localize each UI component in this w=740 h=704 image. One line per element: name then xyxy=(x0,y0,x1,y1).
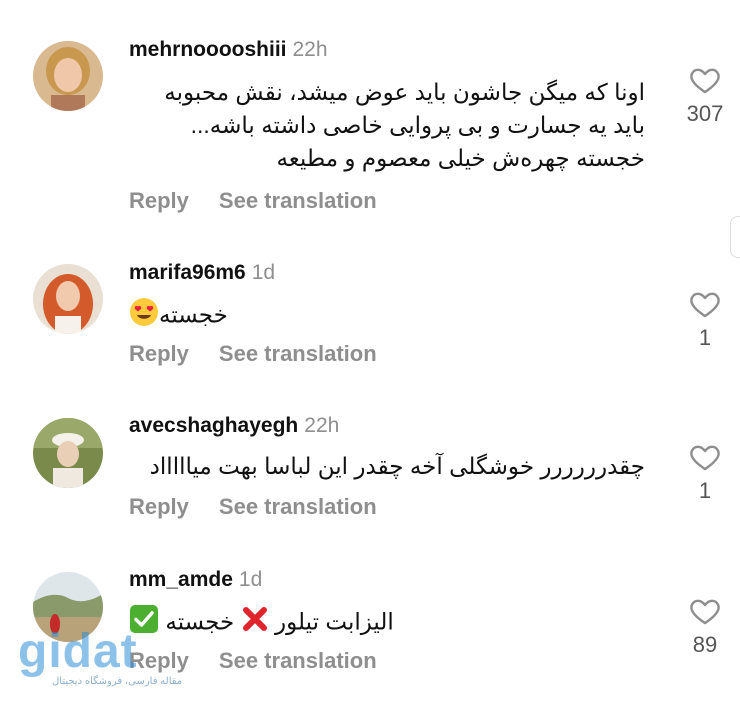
like-count: 1 xyxy=(698,478,712,503)
like-count: 89 xyxy=(692,632,718,657)
heart-icon[interactable] xyxy=(688,440,722,474)
timestamp: 1d xyxy=(251,261,276,284)
username[interactable]: avecshaghayegh xyxy=(129,414,298,437)
watermark-logo: gidat xyxy=(18,625,138,678)
username[interactable]: mm_amde xyxy=(129,568,233,591)
comment-text: اونا که میگن جاشون باید عوض میشد، نقش مح… xyxy=(164,76,645,175)
comment-line: الیزابت تیلور xyxy=(275,608,394,635)
scroll-edge xyxy=(730,216,740,258)
timestamp: 1d xyxy=(238,568,263,591)
see-translation-button[interactable]: See translation xyxy=(219,188,377,213)
avatar[interactable] xyxy=(33,264,103,334)
heart-icon[interactable] xyxy=(688,287,722,321)
avatar[interactable] xyxy=(33,418,103,488)
comment-line: خجسته xyxy=(165,608,235,635)
comment-line: خجسته xyxy=(159,301,228,328)
red-x-emoji xyxy=(241,605,269,642)
reply-button[interactable]: Reply xyxy=(129,188,189,213)
timestamp: 22h xyxy=(292,38,328,61)
reply-button[interactable]: Reply xyxy=(129,341,189,366)
comment-line: خجسته چهره‌ش خیلی معصوم و مطیعه xyxy=(276,145,645,171)
heart-icon[interactable] xyxy=(688,63,722,97)
comment-line: اونا که میگن جاشون باید عوض میشد، نقش مح… xyxy=(164,79,645,105)
watermark: gidat مقاله فارسی، فروشگاه دیجیتال xyxy=(14,625,182,696)
comment-text: چقدرررررر خوشگلی آخه چقدر این لباسا بهت … xyxy=(150,450,645,483)
see-translation-button[interactable]: See translation xyxy=(219,648,377,673)
like-count: 1 xyxy=(698,325,712,350)
comment-line: باید یه جسارت و بی پروایی خاصی داشته باش… xyxy=(190,112,645,138)
see-translation-button[interactable]: See translation xyxy=(219,494,377,519)
comment-line: چقدرررررر خوشگلی آخه چقدر این لباسا بهت … xyxy=(149,453,645,479)
watermark-tagline: مقاله فارسی، فروشگاه دیجیتال xyxy=(52,676,183,687)
heart-icon[interactable] xyxy=(688,594,722,628)
username[interactable]: marifa96m6 xyxy=(129,261,246,284)
heart-eyes-emoji xyxy=(129,297,159,336)
comment-text: الیزابت تیلور خجسته xyxy=(129,604,394,643)
like-count: 307 xyxy=(686,101,724,126)
comment-text: خجسته xyxy=(129,297,228,336)
username[interactable]: mehrnooooshiii xyxy=(129,38,287,61)
timestamp: 22h xyxy=(304,414,340,437)
see-translation-button[interactable]: See translation xyxy=(219,341,377,366)
avatar[interactable] xyxy=(33,41,103,111)
reply-button[interactable]: Reply xyxy=(129,494,189,519)
